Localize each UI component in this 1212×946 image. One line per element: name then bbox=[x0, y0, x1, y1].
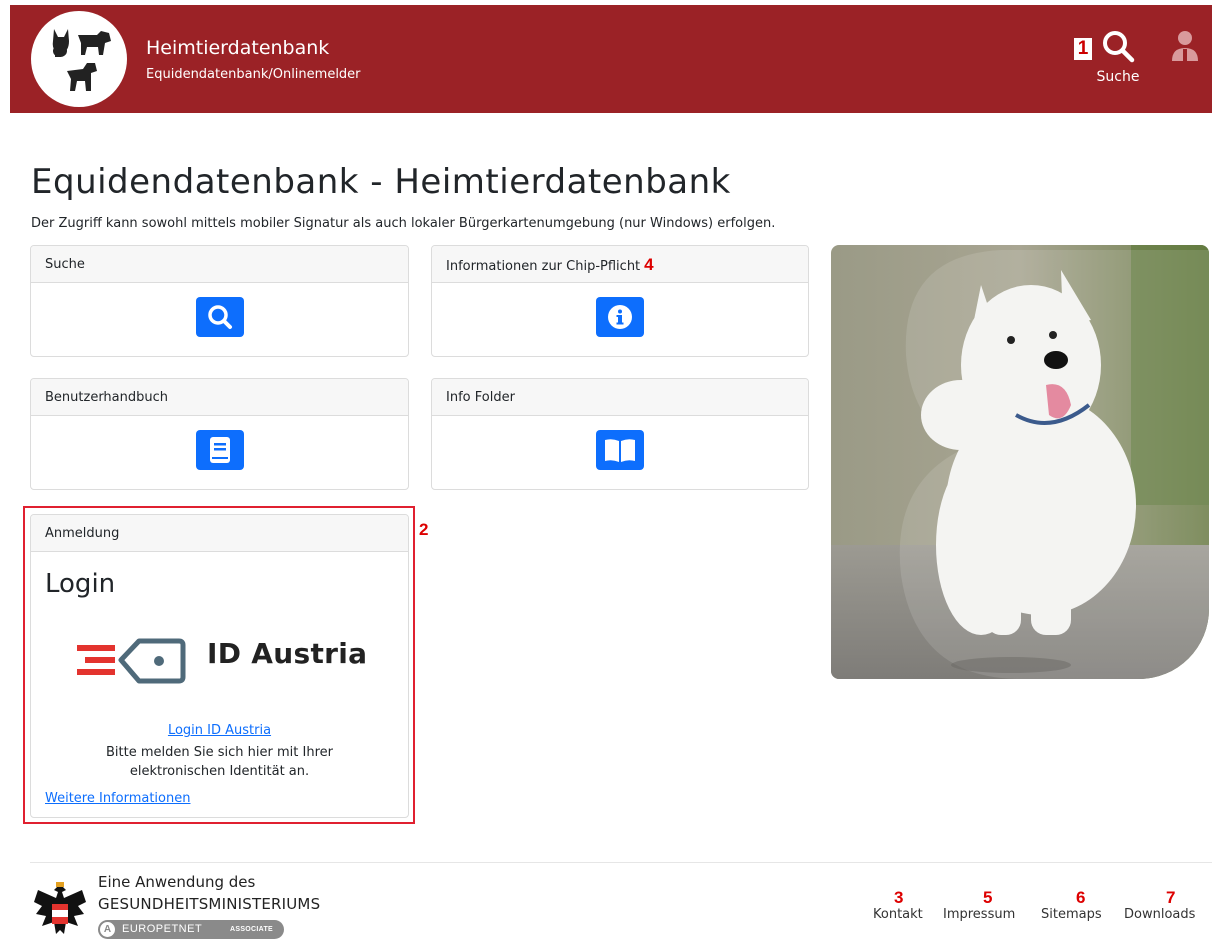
manual-card: Benutzerhandbuch bbox=[30, 378, 409, 490]
footer-application-of: Eine Anwendung des bbox=[98, 873, 256, 891]
search-card-header: Suche bbox=[31, 246, 408, 283]
footer-link-downloads[interactable]: Downloads bbox=[1124, 907, 1195, 922]
footer-link-impressum[interactable]: Impressum bbox=[943, 907, 1015, 922]
footer-link-sitemaps[interactable]: Sitemaps bbox=[1041, 907, 1102, 922]
page-title: Equidendatenbank - Heimtierdatenbank bbox=[31, 162, 731, 202]
search-card: Suche bbox=[30, 245, 409, 357]
chip-info-card-title: Informationen zur Chip-Pflicht bbox=[446, 259, 641, 274]
dog-photo bbox=[831, 245, 1209, 679]
europetnet-letter: A bbox=[100, 922, 115, 937]
header-search-label: Suche bbox=[1096, 69, 1140, 85]
app-logo[interactable] bbox=[31, 11, 127, 107]
id-austria-logo-icon[interactable] bbox=[75, 635, 187, 687]
annotation-marker-3: 3 bbox=[894, 888, 904, 907]
annotation-marker-5: 5 bbox=[983, 888, 993, 907]
annotation-marker-7: 7 bbox=[1166, 888, 1176, 907]
login-card: Anmeldung Login ID Austria Login ID Aust… bbox=[30, 514, 409, 818]
search-card-button[interactable] bbox=[195, 297, 244, 337]
search-icon bbox=[1103, 31, 1135, 63]
annotation-marker-4: 4 bbox=[644, 255, 654, 274]
europetnet-badge[interactable]: A EUROPETNET ASSOCIATE bbox=[98, 920, 284, 939]
europetnet-associate: ASSOCIATE bbox=[230, 926, 274, 933]
footer-divider bbox=[30, 862, 1212, 863]
annotation-marker-6: 6 bbox=[1076, 888, 1086, 907]
footer-link-kontakt[interactable]: Kontakt bbox=[873, 907, 923, 922]
header-search-button[interactable]: Suche bbox=[1092, 29, 1144, 93]
open-book-icon bbox=[605, 439, 635, 462]
page-description: Der Zugriff kann sowohl mittels mobiler … bbox=[31, 216, 776, 231]
info-icon bbox=[608, 305, 632, 329]
login-instructions: Bitte melden Sie sich hier mit Ihrer ele… bbox=[106, 745, 333, 779]
book-icon bbox=[209, 437, 230, 463]
user-icon bbox=[1172, 31, 1198, 61]
annotation-marker-1: 1 bbox=[1074, 38, 1092, 60]
annotation-marker-2: 2 bbox=[419, 520, 429, 539]
id-austria-brand: ID Austria bbox=[207, 637, 368, 670]
chip-info-card: Informationen zur Chip-Pflicht 4 bbox=[431, 245, 809, 357]
app-title: Heimtierdatenbank bbox=[146, 37, 330, 59]
pets-logo-icon bbox=[52, 29, 111, 91]
app-header: Heimtierdatenbank Equidendatenbank/Onlin… bbox=[10, 5, 1212, 113]
login-id-austria-link[interactable]: Login ID Austria bbox=[31, 723, 408, 738]
search-icon bbox=[207, 305, 232, 329]
info-folder-card-header: Info Folder bbox=[432, 379, 808, 416]
chip-info-card-header: Informationen zur Chip-Pflicht 4 bbox=[432, 246, 808, 283]
westie-dog-image bbox=[831, 245, 1209, 679]
user-button[interactable] bbox=[1170, 29, 1200, 65]
manual-card-header: Benutzerhandbuch bbox=[31, 379, 408, 416]
more-info-link[interactable]: Weitere Informationen bbox=[45, 791, 190, 806]
info-folder-card: Info Folder bbox=[431, 378, 809, 490]
login-card-header: Anmeldung bbox=[31, 515, 408, 552]
europetnet-name: EUROPETNET bbox=[122, 923, 203, 935]
info-folder-button[interactable] bbox=[596, 430, 644, 470]
footer-ministry: GESUNDHEITSMINISTERIUMS bbox=[98, 895, 321, 913]
login-title: Login bbox=[45, 569, 116, 599]
app-subtitle: Equidendatenbank/Onlinemelder bbox=[146, 67, 361, 82]
chip-info-button[interactable] bbox=[596, 297, 644, 337]
austrian-eagle-icon bbox=[34, 882, 86, 934]
manual-button[interactable] bbox=[195, 430, 244, 470]
